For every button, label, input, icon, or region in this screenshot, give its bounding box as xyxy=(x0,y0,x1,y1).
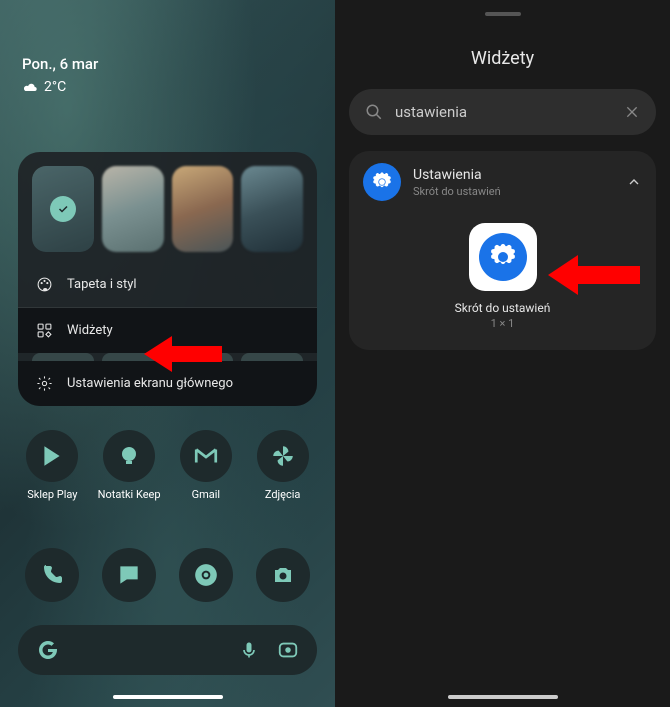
app-row: Sklep Play Notatki Keep Gmail Zdjęcia xyxy=(0,430,335,501)
cloud-icon xyxy=(22,81,38,93)
widget-result-header[interactable]: Ustawienia Skrót do ustawień xyxy=(363,163,642,201)
annotation-arrow xyxy=(144,334,222,378)
lightbulb-icon xyxy=(117,444,141,468)
widget-result-card: Ustawienia Skrót do ustawień Skrót do us… xyxy=(349,151,656,350)
sheet-grabber[interactable] xyxy=(485,12,521,16)
app-keep[interactable]: Notatki Keep xyxy=(93,430,165,501)
gear-icon xyxy=(36,375,53,392)
app-label: Sklep Play xyxy=(27,488,77,501)
widget-preview-label: Skrót do ustawień xyxy=(455,301,551,315)
phone-icon xyxy=(40,563,64,587)
search-icon xyxy=(365,103,383,121)
check-icon xyxy=(50,196,76,222)
dock-chrome[interactable] xyxy=(179,548,233,602)
app-label: Zdjęcia xyxy=(265,488,301,501)
wallpaper-thumb-selected[interactable] xyxy=(32,166,94,252)
wallpaper-carousel[interactable] xyxy=(18,152,317,262)
google-icon xyxy=(36,638,60,662)
widget-search-field[interactable] xyxy=(349,89,656,135)
mic-icon[interactable] xyxy=(239,640,259,660)
widget-preview-size: 1 × 1 xyxy=(491,317,515,330)
weather: 2°C xyxy=(22,79,98,95)
camera-icon xyxy=(271,563,295,587)
widget-search-input[interactable] xyxy=(395,103,612,121)
search-bar[interactable] xyxy=(18,625,317,675)
settings-shortcut-widget[interactable] xyxy=(469,223,537,291)
home-screen: Pon., 6 mar 2°C Tapeta i styl Widżety xyxy=(0,0,335,707)
chat-icon xyxy=(116,562,142,588)
nav-handle[interactable] xyxy=(448,695,558,699)
menu-label: Ustawienia ekranu głównego xyxy=(67,376,233,391)
date-text: Pon., 6 mar xyxy=(22,55,98,73)
menu-wallpaper-style[interactable]: Tapeta i styl xyxy=(18,262,317,307)
widget-result-sub: Skrót do ustawień xyxy=(413,185,614,198)
annotation-arrow xyxy=(548,253,640,301)
menu-label: Widżety xyxy=(67,323,113,338)
clear-icon[interactable] xyxy=(624,104,640,120)
menu-label: Tapeta i styl xyxy=(67,277,137,292)
app-label: Notatki Keep xyxy=(98,488,161,501)
wallpaper-thumb[interactable] xyxy=(241,166,303,252)
temperature: 2°C xyxy=(44,79,66,95)
app-gmail[interactable]: Gmail xyxy=(170,430,242,501)
gear-icon xyxy=(488,242,518,272)
photos-icon xyxy=(270,443,296,469)
app-label: Gmail xyxy=(192,488,220,501)
app-play-store[interactable]: Sklep Play xyxy=(16,430,88,501)
palette-icon xyxy=(36,276,53,293)
play-icon xyxy=(39,443,65,469)
wallpaper-thumb[interactable] xyxy=(172,166,234,252)
dock-phone[interactable] xyxy=(25,548,79,602)
dock xyxy=(0,548,335,602)
chevron-up-icon[interactable] xyxy=(626,174,642,190)
widgets-icon xyxy=(36,322,53,339)
nav-handle[interactable] xyxy=(113,695,223,699)
at-a-glance[interactable]: Pon., 6 mar 2°C xyxy=(22,55,98,95)
dock-camera[interactable] xyxy=(256,548,310,602)
widgets-panel: Widżety Ustawienia Skrót do ustawień Skr… xyxy=(335,0,670,707)
app-photos[interactable]: Zdjęcia xyxy=(247,430,319,501)
dock-messages[interactable] xyxy=(102,548,156,602)
lens-icon[interactable] xyxy=(277,639,299,661)
gmail-icon xyxy=(193,443,219,469)
widget-result-name: Ustawienia xyxy=(413,167,614,183)
settings-app-icon xyxy=(363,163,401,201)
wallpaper-thumb[interactable] xyxy=(102,166,164,252)
chrome-icon xyxy=(193,562,219,588)
